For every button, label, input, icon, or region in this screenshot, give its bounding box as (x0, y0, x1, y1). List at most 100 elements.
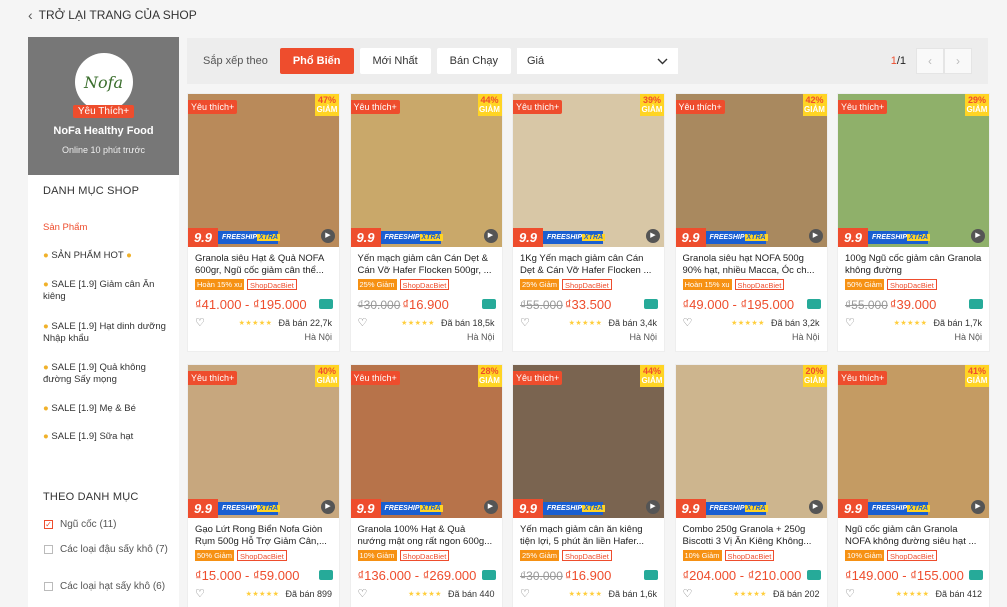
product-image[interactable]: Yêu thích+ 44% GIẢM 9.9 FREESHIP XTRA ▶ (513, 365, 664, 518)
sort-bestseller-button[interactable]: Bán Chạy (436, 48, 511, 74)
chevron-down-icon (657, 58, 668, 64)
product-image[interactable]: Yêu thích+ 28% GIẢM 9.9 FREESHIP XTRA ▶ (350, 365, 502, 518)
play-video-icon[interactable]: ▶ (646, 500, 660, 514)
back-to-shop-link[interactable]: ‹ TRỞ LẠI TRANG CỦA SHOP (28, 7, 197, 23)
play-video-icon[interactable]: ▶ (321, 229, 335, 243)
heart-icon[interactable]: ♡ (845, 587, 855, 600)
product-image[interactable]: Yêu thích+ 41% GIẢM 9.9 FREESHIP XTRA ▶ (838, 365, 989, 518)
filter-checkbox[interactable]: ✓ Ngũ cốc (11) (44, 519, 174, 531)
play-video-icon[interactable]: ▶ (808, 500, 823, 514)
product-meta: ♡ ★★★★★ Đã bán 22,7k (188, 313, 339, 330)
product-name: Combo 250g Granola + 250g Biscotti 3 Vị … (682, 524, 812, 547)
promo-badge: 25% Giảm (357, 279, 397, 290)
sidebar-item[interactable]: ● SALE [1.9] Mẹ & Bé (43, 403, 173, 415)
next-page-button[interactable]: › (944, 48, 972, 74)
product-meta: ♡ ★★★★★ Đã bán 1,7k (838, 313, 989, 330)
original-price: ₫30.000 (520, 568, 563, 583)
sidebar-item[interactable]: ● SALE [1.9] Quả không đường Sấy mọng (43, 362, 173, 386)
play-video-icon[interactable]: ▶ (646, 229, 660, 243)
prev-page-button[interactable]: ‹ (916, 48, 944, 74)
discount-word: GIẢM (316, 105, 338, 114)
rating-stars: ★★★★★ (401, 319, 435, 327)
sidebar-item[interactable]: ● SALE [1.9] Sữa hạt (43, 431, 173, 443)
discount-word: GIẢM (641, 105, 663, 114)
heart-icon[interactable]: ♡ (520, 587, 530, 600)
heart-icon[interactable]: ♡ (358, 316, 368, 329)
product-card[interactable]: Yêu thích+ 40% GIẢM 9.9 FREESHIP XTRA ▶ Gạo Lứt… (187, 364, 340, 607)
product-meta: ♡ ★★★★★ Đã bán 412 (838, 584, 989, 601)
product-card[interactable]: Yêu thích+ 41% GIẢM 9.9 FREESHIP XTRA ▶ Ngũ cốc… (837, 364, 990, 607)
filter-checkbox[interactable]: Các loại đậu sấy khô (7) (44, 544, 174, 556)
sidebar-item-label: SALE [1.9] Sữa hạt (51, 431, 134, 442)
freeship-truck-icon (319, 570, 333, 580)
page-total: /1 (896, 55, 906, 67)
product-image[interactable]: Yêu thích+ 47% GIẢM 9.9 FREESHIP XTRA ▶ (188, 94, 339, 247)
product-grid: Yêu thích+ 47% GIẢM 9.9 FREESHIP XTRA ▶ Granola… (187, 93, 990, 607)
play-video-icon[interactable]: ▶ (483, 500, 498, 514)
product-card[interactable]: Yêu thích+ 42% GIẢM 9.9 FREESHIP XTRA ▶ Granola… (674, 93, 828, 352)
price-sort-select[interactable]: Giá (516, 48, 678, 74)
product-price: ₫16.900 (564, 568, 612, 583)
product-meta: ♡ ★★★★★ Đã bán 899 (188, 584, 339, 601)
sidebar-item[interactable]: ● SẢN PHẨM HOT ● (43, 250, 173, 262)
product-card[interactable]: Yêu thích+ 29% GIẢM 9.9 FREESHIP XTRA ▶ 100g Ng… (837, 93, 990, 352)
freeship-xtra: XTRA (419, 505, 443, 512)
promo-badge: ShopDacBiet (399, 279, 450, 290)
sort-popular-button[interactable]: Phổ Biến (279, 48, 354, 74)
play-video-icon[interactable]: ▶ (808, 229, 823, 243)
product-image[interactable]: Yêu thích+ 39% GIẢM 9.9 FREESHIP XTRA ▶ (513, 94, 664, 247)
product-name: Yến mạch giảm cân ăn kiêng tiện lợi, 5 p… (520, 524, 644, 547)
sidebar-item[interactable]: ● SALE [1.9] Giảm cân Ăn kiêng (43, 279, 173, 303)
heart-icon[interactable]: ♡ (358, 587, 368, 600)
sold-count: Đã bán 899 (285, 588, 332, 599)
product-card[interactable]: Yêu thích+ 39% GIẢM 9.9 FREESHIP XTRA ▶ 1Kg Yến… (512, 93, 665, 352)
freeship-xtra: XTRA (257, 234, 281, 241)
product-image[interactable]: Yêu thích+ 44% GIẢM 9.9 FREESHIP XTRA ▶ (350, 94, 502, 247)
heart-icon[interactable]: ♡ (195, 316, 205, 329)
product-price: ₫41.000 - ₫195.000 (195, 297, 307, 312)
heart-icon[interactable]: ♡ (520, 316, 530, 329)
filter-checkbox[interactable]: Các loại hạt sấy khô (6) (44, 581, 174, 593)
heart-icon[interactable]: ♡ (845, 316, 855, 329)
promo-badge: 50% Giảm (845, 279, 885, 290)
favorite-tag: Yêu thích+ (513, 371, 563, 385)
shop-header[interactable]: Nofa Yêu Thích+ NoFa Healthy Food Online… (28, 37, 179, 175)
shop-sidebar: Nofa Yêu Thích+ NoFa Healthy Food Online… (28, 37, 179, 607)
product-card[interactable]: Yêu thích+ 47% GIẢM 9.9 FREESHIP XTRA ▶ Granola… (187, 93, 340, 352)
play-video-icon[interactable]: ▶ (321, 500, 335, 514)
heart-icon[interactable]: ♡ (683, 316, 693, 329)
sidebar-item[interactable]: Sản Phẩm (43, 222, 173, 234)
discount-word: GIẢM (479, 376, 500, 385)
sidebar-item[interactable]: ● SALE [1.9] Hạt dinh dưỡng Nhập khẩu (43, 321, 173, 345)
heart-icon[interactable]: ♡ (683, 587, 693, 600)
product-price: ₫16.900 (402, 297, 449, 312)
freeship-badge: FREESHIP XTRA (380, 231, 443, 244)
product-card[interactable]: Yêu thích+ 44% GIẢM 9.9 FREESHIP XTRA ▶ Yến mạc… (512, 364, 665, 607)
sort-newest-button[interactable]: Mới Nhất (359, 48, 431, 74)
product-price: ₫149.000 - ₫155.000 (845, 568, 964, 583)
promo-badge: ShopDacBiet (562, 279, 612, 290)
favorite-tag: Yêu thích+ (188, 100, 238, 114)
product-card[interactable]: Yêu thích+ 28% GIẢM 9.9 FREESHIP XTRA ▶ Granola… (349, 364, 503, 607)
product-image[interactable]: Yêu thích+ 29% GIẢM 9.9 FREESHIP XTRA ▶ (838, 94, 989, 247)
discount-word: GIẢM (966, 376, 988, 385)
product-location: Hà Nội (954, 332, 982, 342)
sidebar-item-label: SALE [1.9] Mẹ & Bé (51, 403, 136, 414)
play-video-icon[interactable]: ▶ (971, 500, 985, 514)
sale-99-badge: 9.9 (188, 499, 218, 518)
favorite-tag: Yêu thích+ (350, 371, 400, 385)
product-image[interactable]: Yêu thích+ 40% GIẢM 9.9 FREESHIP XTRA ▶ (188, 365, 339, 518)
product-card[interactable]: Yêu thích+ 44% GIẢM 9.9 FREESHIP XTRA ▶ Yến mạc… (349, 93, 503, 352)
product-location: Hà Nội (629, 332, 657, 342)
online-status: Online 10 phút trước (62, 145, 145, 155)
discount-badge: 44% GIẢM (477, 94, 502, 116)
play-video-icon[interactable]: ▶ (483, 229, 498, 243)
heart-icon[interactable]: ♡ (195, 587, 205, 600)
freeship-badge: FREESHIP XTRA (218, 502, 281, 515)
product-image[interactable]: Yêu thích+ 42% GIẢM 9.9 FREESHIP XTRA ▶ (675, 94, 827, 247)
play-video-icon[interactable]: ▶ (971, 229, 985, 243)
product-image[interactable]: 20% GIẢM 9.9 FREESHIP XTRA ▶ (675, 365, 827, 518)
freeship-badge: FREESHIP XTRA (543, 502, 606, 515)
promo-badge: Hoàn 15% xu (195, 279, 245, 290)
product-card[interactable]: 20% GIẢM 9.9 FREESHIP XTRA ▶ Combo 250g Granol… (674, 364, 828, 607)
